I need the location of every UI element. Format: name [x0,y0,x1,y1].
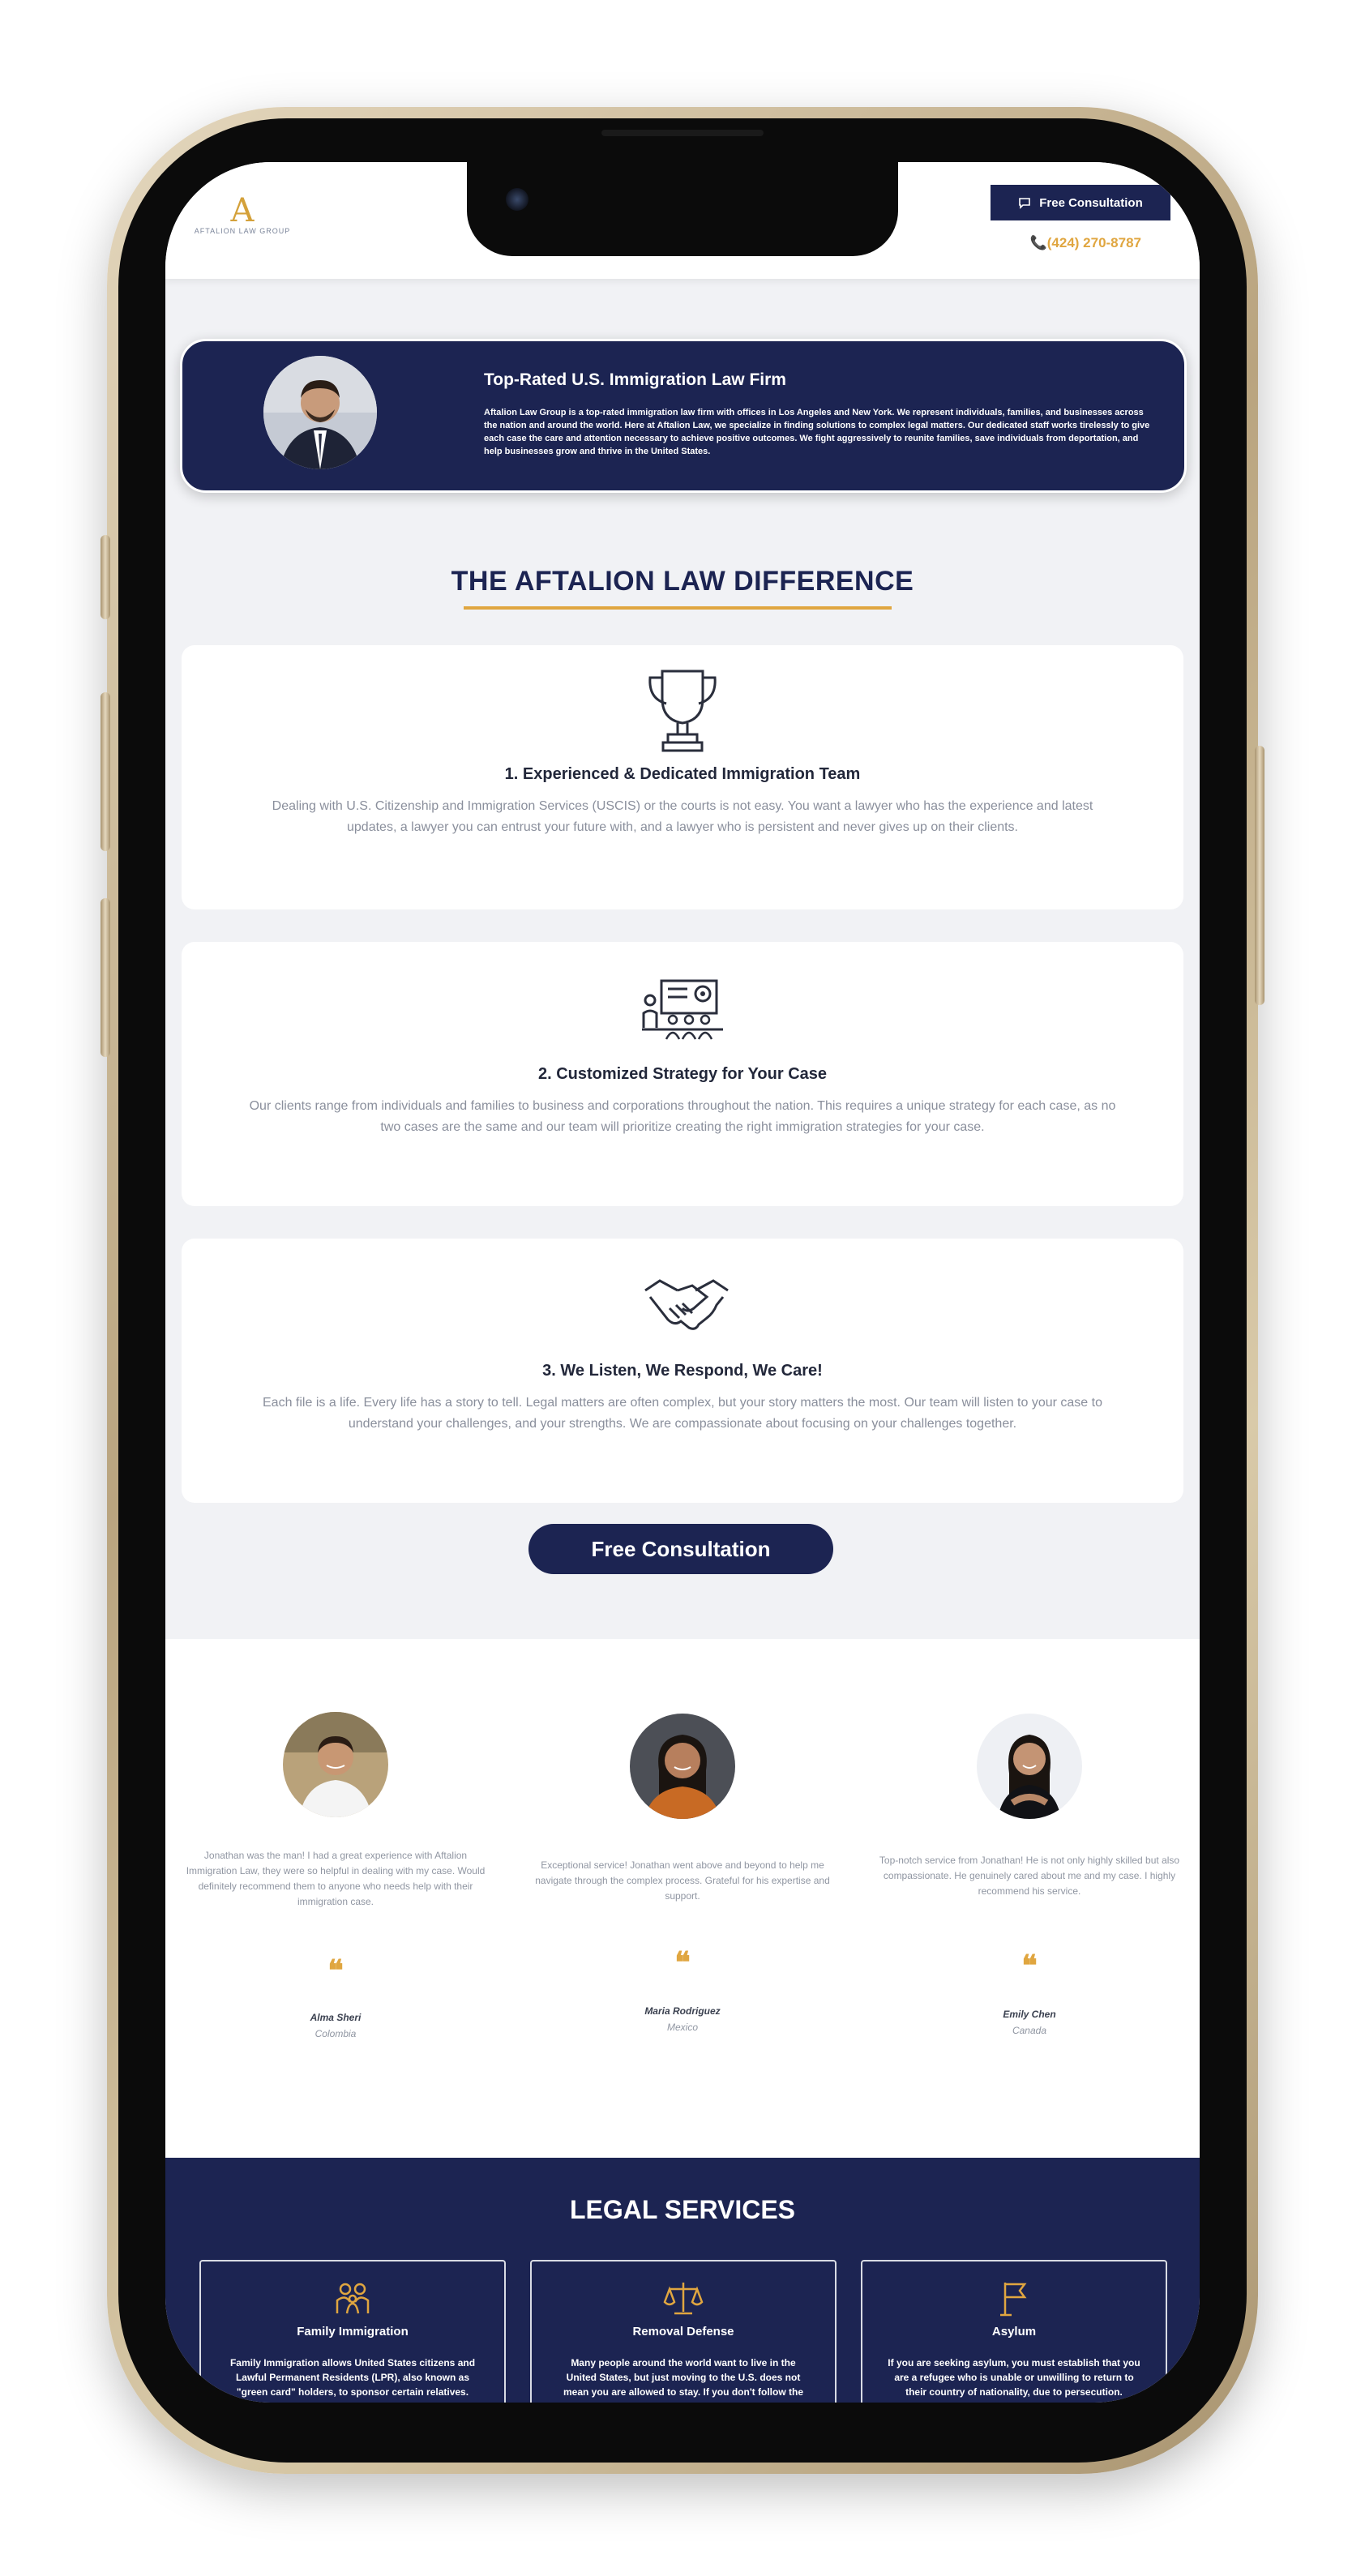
service-card-text: Family Immigration allows United States … [229,2357,476,2398]
phone-speaker [601,130,764,136]
service-card-removal-defense[interactable]: Removal Defense Many people around the w… [530,2260,837,2403]
feature-card-experienced-team: 1. Experienced & Dedicated Immigration T… [182,645,1183,909]
logo-mark: A [230,192,255,229]
attorney-photo [263,356,377,469]
testimonial-country: Colombia [315,2028,357,2039]
title-underline [464,606,892,610]
feature-text: Our clients range from individuals and f… [249,1099,1116,1134]
free-consultation-button[interactable]: Free Consultation [528,1524,833,1574]
testimonial-text: Exceptional service! Jonathan went above… [535,1859,830,1902]
testimonial-name: Alma Sheri [310,2012,362,2023]
service-card-asylum[interactable]: Asylum If you are seeking asylum, you mu… [861,2260,1167,2403]
trophy-icon [642,666,723,755]
feature-title: 3. We Listen, We Respond, We Care! [542,1362,823,1380]
quote-icon: ❝ [327,1953,344,1988]
feature-card-customized-strategy: 2. Customized Strategy for Your Case Our… [182,942,1183,1206]
free-consultation-header-label: Free Consultation [1039,195,1143,210]
family-icon [332,2278,373,2318]
feature-text: Each file is a life. Every life has a st… [263,1396,1102,1431]
service-card-title: Family Immigration [297,2325,409,2339]
avatar [977,1714,1082,1819]
phone-notch [467,162,898,256]
testimonial-name: Maria Rodriguez [644,2005,721,2017]
phone-screen: A AFTALION LAW GROUP Free Consultation 📞… [165,162,1200,2403]
phone-number-link[interactable]: 📞(424) 270-8787 [1030,235,1141,251]
difference-section-title: THE AFTALION LAW DIFFERENCE [451,566,914,597]
free-consultation-header-button[interactable]: Free Consultation [991,185,1170,220]
feature-card-we-care: 3. We Listen, We Respond, We Care! Each … [182,1239,1183,1503]
phone-power-button [1255,746,1264,1005]
service-card-title: Removal Defense [632,2325,734,2339]
hero-description: Aftalion Law Group is a top-rated immigr… [484,408,1150,456]
handshake-icon [642,1273,729,1362]
legal-services-section: LEGAL SERVICES Family Immigration Family… [165,2158,1200,2403]
legal-services-title: LEGAL SERVICES [570,2195,795,2224]
site-logo[interactable]: A AFTALION LAW GROUP [190,195,295,235]
phone-side-button-mute [101,535,110,619]
avatar [283,1712,388,1817]
front-camera [506,188,528,211]
testimonial-country: Mexico [666,2022,698,2033]
quote-icon: ❝ [674,1945,691,1979]
quote-icon: ❝ [1021,1949,1038,1983]
avatar [630,1714,735,1819]
feature-text: Dealing with U.S. Citizenship and Immigr… [272,799,1093,834]
service-card-text: If you are seeking asylum, you must esta… [888,2357,1140,2398]
testimonial-name: Emily Chen [1003,2009,1056,2020]
hero-title: Top-Rated U.S. Immigration Law Firm [484,370,786,389]
logo-text: AFTALION LAW GROUP [194,227,291,235]
feature-title: 1. Experienced & Dedicated Immigration T… [504,765,861,783]
testimonial-text: Jonathan was the man! I had a great expe… [186,1850,486,1907]
service-card-family-immigration[interactable]: Family Immigration Family Immigration al… [199,2260,506,2403]
feature-title: 2. Customized Strategy for Your Case [537,1065,827,1083]
hero-card: Top-Rated U.S. Immigration Law Firm Afta… [180,339,1187,493]
testimonial-text: Top-notch service from Jonathan! He is n… [879,1855,1180,1897]
flag-icon [994,2278,1034,2318]
testimonials-section: Jonathan was the man! I had a great expe… [165,1639,1200,2158]
service-card-title: Asylum [991,2325,1037,2339]
strategy-presentation-icon [642,976,723,1065]
service-card-text: Many people around the world want to liv… [563,2357,803,2403]
chat-icon [1019,198,1031,209]
phone-volume-up-button [101,692,110,851]
phone-volume-down-button [101,898,110,1057]
scales-icon [663,2278,704,2318]
testimonial-country: Canada [1012,2025,1047,2036]
